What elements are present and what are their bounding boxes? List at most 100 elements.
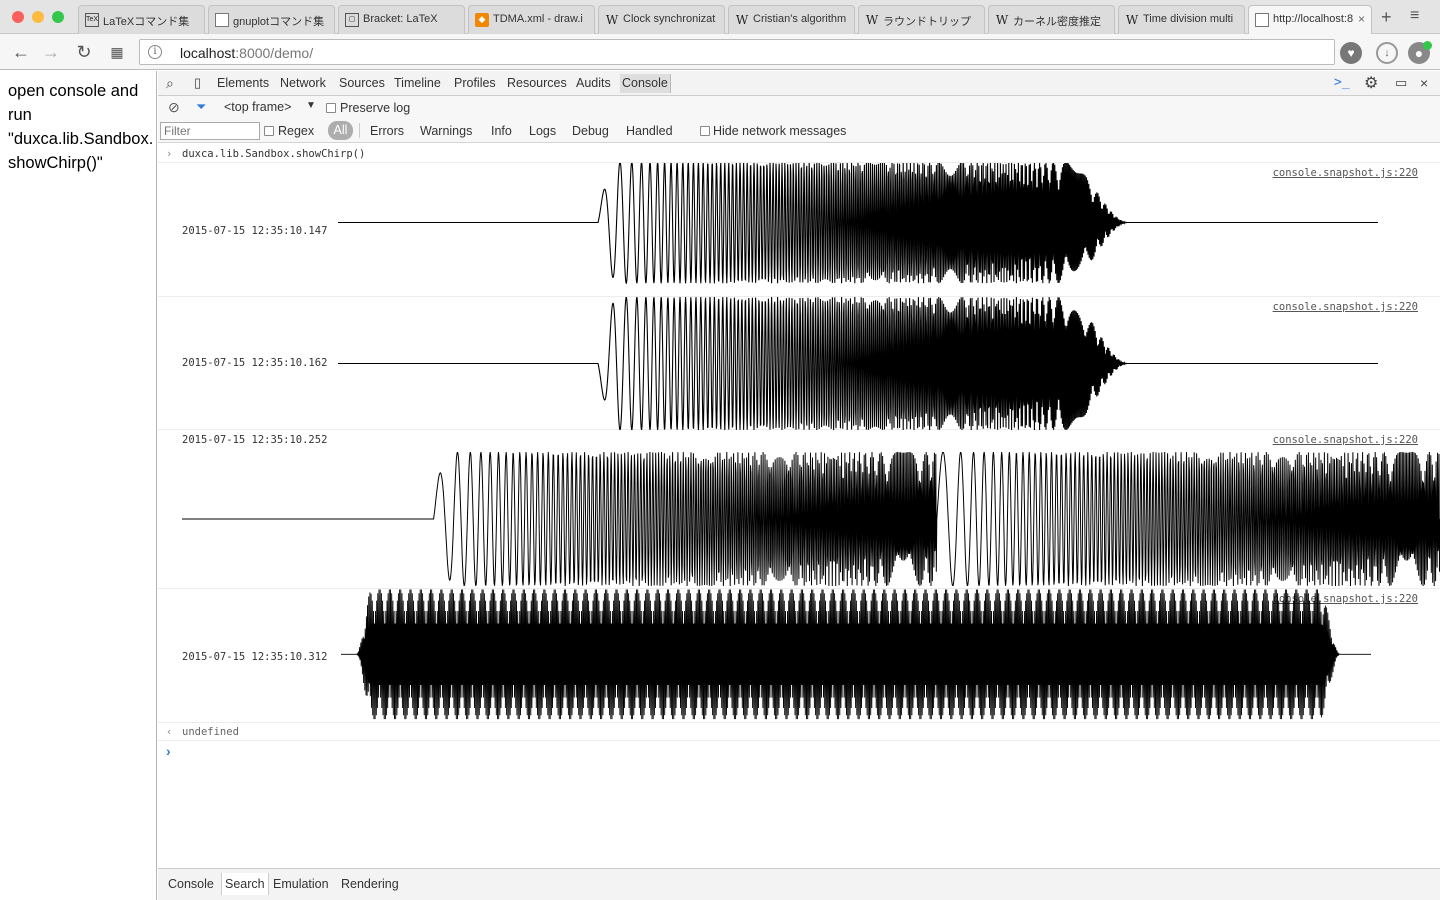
log-source-link[interactable]: console.snapshot.js:220 [1273, 434, 1418, 446]
page-info-icon[interactable]: i [148, 45, 162, 59]
tab-profiles[interactable]: Profiles [454, 76, 496, 90]
inspect-element-icon[interactable]: ⌕ [166, 75, 174, 92]
frame-selector[interactable]: <top frame> [224, 100, 291, 114]
dock-side-icon[interactable]: ▭ [1395, 75, 1407, 91]
tab-network[interactable]: Network [280, 76, 326, 90]
page-instruction-text: open console and run "duxca.lib.Sandbox.… [8, 82, 154, 172]
wikipedia-icon: W [865, 13, 879, 27]
forward-button[interactable]: → [40, 41, 62, 63]
log-timestamp: 2015-07-15 12:35:10.312 [182, 651, 328, 663]
browser-tab-strip: TeX LaTeXコマンド集 gnuplotコマンド集 ▢ Bracket: L… [0, 0, 1440, 35]
command-text: duxca.lib.Sandbox.showChirp() [182, 148, 366, 160]
address-bar[interactable]: i localhost:8000/demo/ [139, 39, 1335, 65]
log-timestamp: 2015-07-15 12:35:10.147 [182, 225, 328, 237]
drawer-tab-bar: Console Search Emulation Rendering [158, 868, 1440, 900]
tab-label: LaTeXコマンド集 [103, 16, 190, 28]
drawio-favicon-icon: ◆ [475, 13, 489, 27]
console-input-row[interactable]: › [158, 741, 1440, 761]
minimize-window-button[interactable] [32, 11, 44, 23]
preserve-log-label: Preserve log [340, 101, 411, 115]
result-arrow-icon: ‹ [166, 726, 173, 738]
tab-label: http://localhost:800 [1273, 13, 1353, 25]
browser-tab[interactable]: gnuplotコマンド集 [208, 5, 335, 34]
console-result-row: ‹ undefined [158, 723, 1440, 741]
devtools-tab-bar: ⌕ ▯ Elements Network Sources Timeline Pr… [158, 71, 1440, 96]
hide-network-checkbox[interactable] [700, 126, 710, 136]
page-favicon-icon [215, 13, 229, 27]
level-all-button[interactable]: All [328, 121, 353, 140]
level-info-button[interactable]: Info [491, 124, 512, 138]
tab-label: ラウンドトリップ [883, 16, 971, 28]
result-text: undefined [182, 726, 239, 738]
browser-tab[interactable]: W Time division multi [1118, 5, 1245, 34]
reload-button[interactable]: ↻ [73, 41, 95, 63]
command-prompt-icon: › [166, 148, 173, 160]
devtools-panel: ⌕ ▯ Elements Network Sources Timeline Pr… [158, 71, 1440, 900]
chirp-waveform-image [182, 452, 1440, 586]
drawer-tab-search[interactable]: Search [221, 873, 269, 895]
wikipedia-icon: W [1125, 13, 1139, 27]
level-logs-button[interactable]: Logs [529, 124, 556, 138]
level-handled-button[interactable]: Handled [626, 124, 673, 138]
address-url: localhost:8000/demo/ [180, 45, 314, 61]
drawer-tab-rendering[interactable]: Rendering [341, 877, 399, 891]
tab-resources[interactable]: Resources [507, 76, 567, 90]
tab-label: gnuplotコマンド集 [233, 16, 325, 28]
filter-funnel-icon[interactable]: ⏷ [196, 99, 206, 115]
frame-dropdown-arrow-icon[interactable]: ▼ [306, 100, 316, 111]
regex-checkbox[interactable] [264, 126, 274, 136]
browser-tab[interactable]: W Clock synchronizat [598, 5, 725, 34]
tab-console[interactable]: Console [620, 74, 671, 93]
drawer-tab-console[interactable]: Console [168, 877, 214, 891]
level-warnings-button[interactable]: Warnings [420, 124, 472, 138]
clear-console-icon[interactable]: ⊘ [168, 99, 180, 116]
tab-sources[interactable]: Sources [339, 76, 385, 90]
tex-favicon-icon: TeX [85, 13, 99, 27]
tab-elements[interactable]: Elements [217, 76, 269, 90]
page-favicon-icon [1255, 13, 1269, 27]
back-button[interactable]: ← [10, 41, 32, 63]
tab-timeline[interactable]: Timeline [394, 76, 441, 90]
heart-extension-icon[interactable]: ♥ [1340, 42, 1362, 64]
chirp-waveform-image [338, 163, 1378, 285]
download-extension-icon[interactable]: ↓ [1376, 42, 1398, 64]
tab-label: TDMA.xml - draw.i [493, 13, 583, 25]
console-log-entry: 2015-07-15 12:35:10.147 console.snapshot… [158, 163, 1440, 297]
browser-tab-active[interactable]: http://localhost:800 × [1248, 5, 1372, 35]
console-log-entry: 2015-07-15 12:35:10.162 console.snapshot… [158, 297, 1440, 430]
close-tab-icon[interactable]: × [1358, 12, 1365, 26]
device-mode-icon[interactable]: ▯ [194, 75, 201, 91]
browser-tab[interactable]: W Cristian's algorithm [728, 5, 855, 34]
tab-list-menu-icon[interactable]: ≡ [1410, 7, 1419, 25]
close-window-button[interactable] [12, 11, 24, 23]
drawer-tab-emulation[interactable]: Emulation [273, 877, 329, 891]
console-filter-bar: Regex All Errors Warnings Info Logs Debu… [158, 119, 1440, 143]
wikipedia-icon: W [995, 13, 1009, 27]
browser-tab[interactable]: ◆ TDMA.xml - draw.i [468, 5, 595, 34]
browser-tab[interactable]: TeX LaTeXコマンド集 [78, 5, 205, 34]
tab-label: Cristian's algorithm [753, 13, 847, 25]
chirp-waveform-image [338, 297, 1378, 430]
preserve-log-checkbox[interactable] [326, 103, 336, 113]
close-devtools-icon[interactable]: × [1420, 75, 1428, 91]
tab-label: Time division multi [1143, 13, 1234, 25]
settings-gear-icon[interactable]: ⚙ [1364, 73, 1378, 93]
browser-tab[interactable]: W ラウンドトリップ [858, 5, 985, 34]
tab-label: Clock synchronizat [623, 13, 716, 25]
console-log-entry: 2015-07-15 12:35:10.252 console.snapshot… [158, 430, 1440, 589]
tab-audits[interactable]: Audits [576, 76, 611, 90]
page-content: open console and run "duxca.lib.Sandbox.… [0, 71, 157, 900]
console-drawer-icon[interactable]: >_ [1334, 75, 1350, 90]
apps-grid-icon[interactable]: ▦ [106, 41, 128, 63]
zoom-window-button[interactable] [52, 11, 64, 23]
browser-tab[interactable]: W カーネル密度推定 [988, 5, 1115, 34]
level-debug-button[interactable]: Debug [572, 124, 609, 138]
wikipedia-icon: W [735, 13, 749, 27]
bracket-favicon-icon: ▢ [345, 13, 359, 27]
tab-label: Bracket: LaTeX [363, 13, 438, 25]
level-errors-button[interactable]: Errors [370, 124, 404, 138]
log-timestamp: 2015-07-15 12:35:10.252 [182, 434, 328, 446]
new-tab-button[interactable]: + [1381, 7, 1392, 28]
browser-tab[interactable]: ▢ Bracket: LaTeX [338, 5, 465, 34]
filter-input[interactable] [160, 122, 260, 140]
